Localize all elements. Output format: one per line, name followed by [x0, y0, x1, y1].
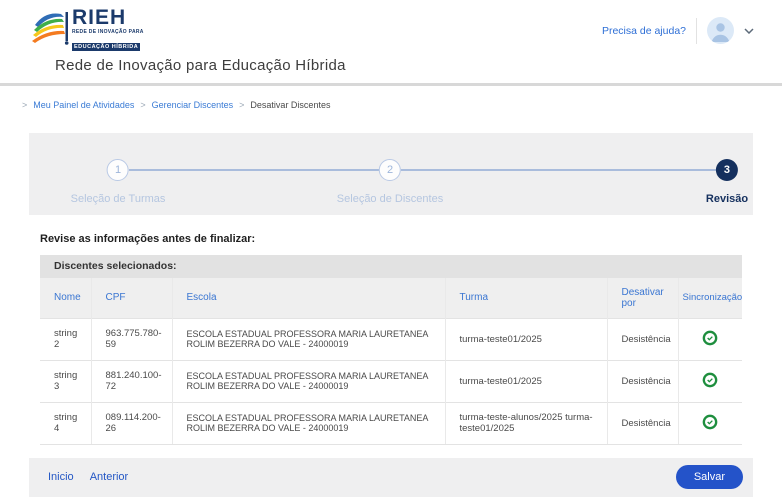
check-circle-success-icon — [702, 372, 718, 388]
col-header-desativar-por: Desativar por — [607, 278, 678, 318]
section-title: Discentes selecionados: — [40, 255, 742, 278]
table-header-row: Nome CPF Escola Turma Desativar por Sinc… — [40, 278, 742, 318]
page: RIEH REDE DE INOVAÇÃO PARA EDUCAÇÃO HÍBR… — [0, 0, 782, 502]
check-circle-success-icon — [702, 330, 718, 346]
cell-cpf: 881.240.100-72 — [91, 360, 172, 402]
cell-nome: string 3 — [40, 360, 91, 402]
cell-turma: turma-teste-alunos/2025 turma-teste01/20… — [445, 402, 607, 444]
step-circle: 3 — [716, 159, 738, 181]
cell-sincronizacao — [678, 360, 742, 402]
breadcrumb-separator: > — [140, 100, 145, 110]
page-title: Rede de Inovação para Educação Híbrida — [55, 57, 346, 74]
step-label: Seleção de Turmas — [71, 193, 166, 205]
salvar-button[interactable]: Salvar — [676, 465, 743, 489]
cell-escola: ESCOLA ESTADUAL PROFESSORA MARIA LAURETA… — [172, 318, 445, 360]
open-book-logo-icon — [31, 7, 69, 47]
cell-escola: ESCOLA ESTADUAL PROFESSORA MARIA LAURETA… — [172, 360, 445, 402]
step-selecao-de-turmas[interactable]: 1 Seleção de Turmas — [71, 159, 166, 205]
breadcrumb-meu-painel-de-atividades[interactable]: Meu Painel de Atividades — [33, 100, 134, 110]
step-revisao[interactable]: 3 Revisão — [706, 159, 748, 205]
person-icon — [707, 17, 734, 44]
step-circle: 2 — [379, 159, 401, 181]
stepper-connector-2 — [401, 169, 716, 171]
cell-turma: turma-teste01/2025 — [445, 318, 607, 360]
col-header-turma: Turma — [445, 278, 607, 318]
rieh-logo: RIEH REDE DE INOVAÇÃO PARA EDUCAÇÃO HÍBR… — [31, 7, 144, 53]
header-vertical-divider — [696, 18, 697, 44]
col-header-nome: Nome — [40, 278, 91, 318]
table-row: string 2 963.775.780-59 ESCOLA ESTADUAL … — [40, 318, 742, 360]
cell-sincronizacao — [678, 318, 742, 360]
students-table: Nome CPF Escola Turma Desativar por Sinc… — [40, 278, 742, 445]
col-header-cpf: CPF — [91, 278, 172, 318]
table-row: string 3 881.240.100-72 ESCOLA ESTADUAL … — [40, 360, 742, 402]
cell-sincronizacao — [678, 402, 742, 444]
step-label: Revisão — [706, 193, 748, 205]
cell-cpf: 963.775.780-59 — [91, 318, 172, 360]
review-instruction: Revise as informações antes de finalizar… — [40, 233, 782, 245]
breadcrumb-separator: > — [239, 100, 244, 110]
header-actions: Precisa de ajuda? — [602, 17, 754, 44]
stepper: 1 Seleção de Turmas 2 Seleção de Discent… — [29, 133, 753, 215]
check-circle-success-icon — [702, 414, 718, 430]
logo-brand: RIEH — [72, 7, 144, 28]
chevron-down-icon[interactable] — [744, 28, 754, 34]
inicio-link[interactable]: Inicio — [48, 471, 74, 483]
logo-text: RIEH REDE DE INOVAÇÃO PARA EDUCAÇÃO HÍBR… — [72, 7, 144, 53]
step-label: Seleção de Discentes — [337, 193, 443, 205]
avatar[interactable] — [707, 17, 734, 44]
col-header-sincronizacao: Sincronização — [678, 278, 742, 318]
cell-desativar-por: Desistência — [607, 318, 678, 360]
header-divider-strip — [0, 83, 782, 86]
step-selecao-de-discentes[interactable]: 2 Seleção de Discentes — [337, 159, 443, 205]
table-row: string 4 089.114.200-26 ESCOLA ESTADUAL … — [40, 402, 742, 444]
cell-desativar-por: Desistência — [607, 360, 678, 402]
cell-escola: ESCOLA ESTADUAL PROFESSORA MARIA LAURETA… — [172, 402, 445, 444]
cell-nome: string 2 — [40, 318, 91, 360]
cell-cpf: 089.114.200-26 — [91, 402, 172, 444]
top-header: RIEH REDE DE INOVAÇÃO PARA EDUCAÇÃO HÍBR… — [0, 0, 782, 83]
cell-turma: turma-teste01/2025 — [445, 360, 607, 402]
logo-tagline-1: REDE DE INOVAÇÃO PARA — [72, 29, 144, 35]
breadcrumb-current-desativar-discentes: Desativar Discentes — [250, 100, 330, 110]
breadcrumb: > Meu Painel de Atividades > Gerenciar D… — [22, 99, 782, 110]
logo-tagline-2: EDUCAÇÃO HÍBRIDA — [72, 43, 140, 51]
col-header-escola: Escola — [172, 278, 445, 318]
selected-students-panel: Discentes selecionados: Nome CPF Escola … — [40, 255, 742, 445]
wizard-footer: Inicio Anterior Salvar — [29, 458, 753, 497]
step-circle: 1 — [107, 159, 129, 181]
cell-nome: string 4 — [40, 402, 91, 444]
breadcrumb-separator: > — [22, 100, 27, 110]
cell-desativar-por: Desistência — [607, 402, 678, 444]
review-content: Revise as informações antes de finalizar… — [0, 233, 782, 497]
anterior-link[interactable]: Anterior — [90, 471, 129, 483]
breadcrumb-gerenciar-discentes[interactable]: Gerenciar Discentes — [152, 100, 234, 110]
help-link[interactable]: Precisa de ajuda? — [602, 25, 686, 37]
